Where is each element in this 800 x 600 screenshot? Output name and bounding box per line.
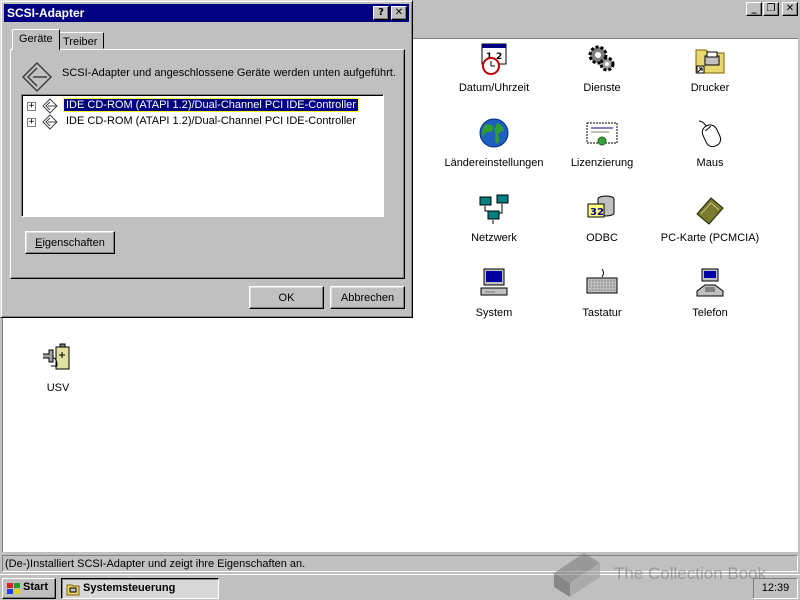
icon-dienste[interactable]: Dienste — [547, 42, 657, 106]
control-panel-folder-icon — [66, 584, 80, 596]
icon-label: Ländereinstellungen — [444, 157, 544, 169]
properties-button[interactable]: Eigenschaften — [25, 231, 115, 254]
tree-item-label: IDE CD-ROM (ATAPI 1.2)/Dual-Channel PCI … — [63, 98, 359, 112]
telephone-icon — [696, 268, 724, 297]
icon-label: Maus — [696, 157, 724, 169]
icon-label: Drucker — [690, 82, 730, 94]
svg-text:32: 32 — [590, 207, 604, 218]
icon-label: Telefon — [692, 307, 728, 319]
tree-item-label: IDE CD-ROM (ATAPI 1.2)/Dual-Channel PCI … — [66, 115, 356, 127]
dialog-description: SCSI-Adapter und angeschlossene Geräte w… — [62, 67, 396, 79]
book-watermark-icon — [554, 553, 600, 597]
icon-lizenzierung[interactable]: Lizenzierung — [547, 117, 657, 181]
scsi-adapter-dialog: SCSI-Adapter ? ✕ Geräte Treiber SCSI-Ada… — [0, 0, 413, 318]
icon-laendereinstellungen[interactable]: Ländereinstellungen — [439, 117, 549, 181]
taskbar-button-systemsteuerung[interactable]: Systemsteuerung — [61, 578, 219, 599]
computer-icon — [480, 268, 508, 296]
cancel-button[interactable]: Abbrechen — [330, 286, 405, 309]
icon-pc-karte[interactable]: PC-Karte (PCMCIA) — [655, 192, 765, 256]
windows-logo-icon — [7, 583, 20, 594]
icon-maus[interactable]: Maus — [655, 117, 765, 181]
minimize-button[interactable]: _ — [746, 2, 762, 16]
icon-label: PC-Karte (PCMCIA) — [660, 232, 760, 244]
icon-label: Datum/Uhrzeit — [458, 82, 530, 94]
calendar-clock-icon: 1 2 — [481, 43, 507, 75]
icon-netzwerk[interactable]: Netzwerk — [439, 192, 549, 256]
tab-geraete[interactable]: Geräte — [12, 29, 60, 50]
tab-treiber[interactable]: Treiber — [56, 32, 105, 49]
watermark-text: The Collection Book — [614, 564, 767, 583]
expand-icon[interactable]: + — [27, 102, 36, 111]
icon-datum-uhrzeit[interactable]: 1 2 Datum/Uhrzeit — [439, 42, 549, 106]
tab-panel-geraete: SCSI-Adapter und angeschlossene Geräte w… — [10, 49, 405, 279]
icon-label: Dienste — [583, 82, 621, 94]
dialog-close-button[interactable]: ✕ — [391, 6, 407, 20]
watermark: The Collection Book — [548, 551, 800, 600]
icon-telefon[interactable]: Telefon — [655, 267, 765, 331]
close-button[interactable]: ✕ — [782, 2, 798, 16]
pc-card-icon — [696, 197, 724, 225]
ok-button[interactable]: OK — [249, 286, 324, 309]
globe-icon — [479, 118, 509, 148]
device-tree[interactable]: + IDE CD-ROM (ATAPI 1.2)/Dual-Channel PC… — [21, 94, 384, 217]
start-button[interactable]: Start — [2, 578, 56, 599]
dialog-titlebar: SCSI-Adapter ? ✕ — [4, 4, 409, 22]
gears-icon — [588, 45, 615, 72]
keyboard-icon — [586, 268, 618, 294]
icon-usv[interactable]: USV — [3, 342, 113, 406]
icon-system[interactable]: System — [439, 267, 549, 331]
icon-odbc[interactable]: 32 ODBC — [547, 192, 657, 256]
ups-battery-icon — [43, 343, 70, 370]
icon-label: USV — [46, 382, 70, 394]
icon-tastatur[interactable]: Tastatur — [547, 267, 657, 331]
dialog-title: SCSI-Adapter — [7, 6, 85, 20]
mouse-icon — [698, 120, 722, 148]
icon-label: ODBC — [586, 232, 618, 244]
odbc-icon: 32 — [587, 195, 615, 218]
certificate-icon — [586, 122, 618, 146]
icon-label: System — [475, 307, 513, 319]
icon-label: Lizenzierung — [570, 157, 634, 169]
properties-label: igenschaften — [42, 237, 105, 249]
icon-drucker[interactable]: Drucker — [655, 42, 765, 106]
start-label: Start — [23, 581, 49, 593]
expand-icon[interactable]: + — [27, 118, 36, 127]
scsi-device-icon — [42, 114, 58, 130]
icon-label: Netzwerk — [471, 232, 517, 244]
scsi-device-icon — [42, 98, 58, 114]
network-icon — [479, 194, 509, 224]
scsi-adapter-icon — [21, 61, 53, 93]
help-button[interactable]: ? — [373, 6, 389, 20]
tab-label: Geräte — [19, 33, 53, 45]
printer-folder-icon — [695, 49, 725, 74]
task-label: Systemsteuerung — [83, 582, 176, 594]
icon-label: Tastatur — [582, 307, 622, 319]
restore-button[interactable]: ❐ — [763, 2, 779, 16]
tab-label: Treiber — [63, 36, 98, 48]
